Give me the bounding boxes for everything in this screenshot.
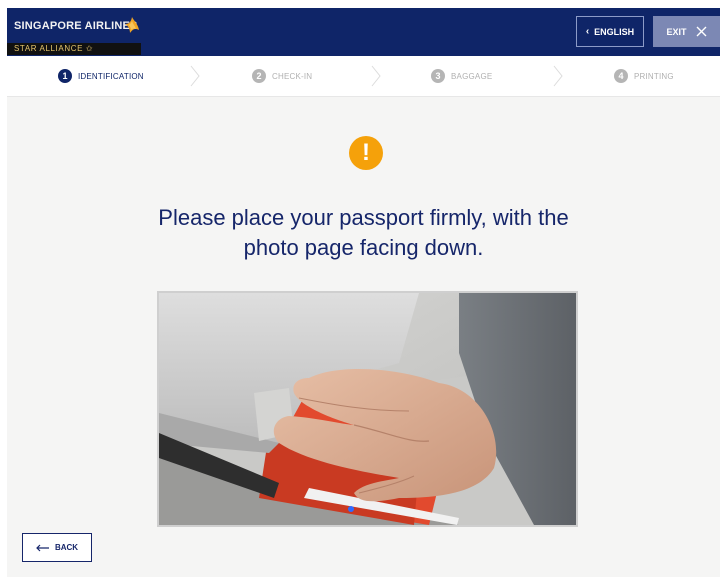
- step-label: CHECK-IN: [272, 71, 313, 81]
- step-label: IDENTIFICATION: [78, 71, 144, 81]
- back-button[interactable]: BACK: [22, 533, 92, 562]
- language-button-label: ENGLISH: [594, 26, 635, 37]
- star-alliance-badge: STAR ALLIANCE ✩: [7, 43, 141, 55]
- progress-steps: 1 IDENTIFICATION 2 CHECK-IN 3 BAGGAGE 4 …: [7, 56, 720, 97]
- chevron-right-icon: [553, 65, 563, 87]
- kiosk-screen: SINGAPORE AIRLINES STAR ALLIANCE ✩ ‹ ENG…: [7, 8, 720, 577]
- exit-button[interactable]: EXIT: [653, 16, 720, 47]
- instruction-line-2: photo page facing down.: [243, 235, 484, 260]
- arrow-left-icon: [36, 544, 49, 551]
- back-button-label: BACK: [54, 543, 79, 552]
- step-baggage: 3 BAGGAGE: [431, 56, 492, 96]
- chevron-right-icon: [190, 65, 200, 87]
- step-number: 2: [252, 69, 266, 83]
- exit-button-label: EXIT: [666, 26, 687, 37]
- close-icon: [696, 26, 706, 37]
- airline-logo-text: SINGAPORE AIRLINES: [14, 20, 138, 32]
- hand-on-scanner-image: [159, 293, 576, 525]
- step-printing: 4 PRINTING: [614, 56, 674, 96]
- chevron-left-icon: ‹: [585, 26, 590, 37]
- warning-icon: !: [349, 136, 383, 170]
- chevron-right-icon: [371, 65, 381, 87]
- language-button[interactable]: ‹ ENGLISH: [576, 16, 644, 47]
- step-label: PRINTING: [634, 71, 674, 81]
- passport-scan-illustration: [157, 291, 578, 527]
- step-check-in: 2 CHECK-IN: [252, 56, 312, 96]
- instruction-line-1: Please place your passport firmly, with …: [158, 205, 569, 230]
- step-label: BAGGAGE: [451, 71, 493, 81]
- header-bar: SINGAPORE AIRLINES STAR ALLIANCE ✩ ‹ ENG…: [7, 8, 720, 56]
- instruction-text: Please place your passport firmly, with …: [7, 203, 720, 263]
- step-number: 1: [58, 69, 72, 83]
- step-number: 4: [614, 69, 628, 83]
- step-identification: 1 IDENTIFICATION: [58, 56, 144, 96]
- bird-logo-icon: [125, 17, 139, 33]
- step-number: 3: [431, 69, 445, 83]
